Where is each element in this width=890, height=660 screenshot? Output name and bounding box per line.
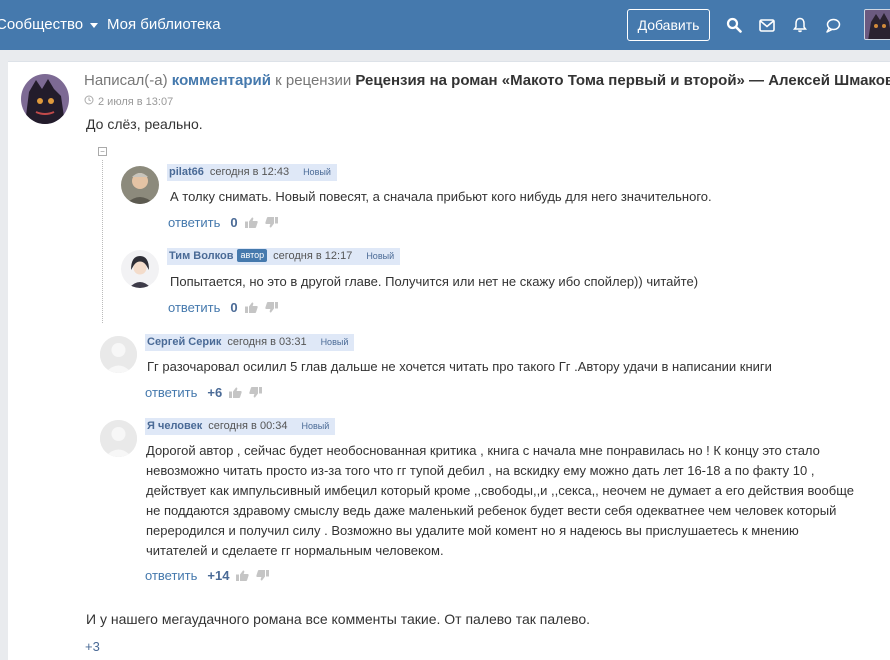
comment-time: сегодня в 12:17 — [273, 250, 353, 262]
new-badge: Новый — [366, 251, 395, 261]
reply-link[interactable]: ответить — [145, 385, 197, 400]
caret-down-icon — [90, 22, 99, 28]
comment-score: +14 — [207, 568, 230, 583]
comment-score: +6 — [207, 385, 223, 400]
new-badge: Новый — [303, 167, 331, 177]
comment-header: pilat66 сегодня в 12:43 Новый — [167, 164, 337, 181]
thumbs-up-icon[interactable] — [229, 387, 242, 398]
thumbs-up-icon[interactable] — [236, 570, 250, 581]
commenter-avatar[interactable] — [100, 420, 137, 457]
comment-time: сегодня в 00:34 — [208, 420, 288, 432]
post-mid: к рецензии — [275, 72, 352, 89]
comment-text-line: Дорогой автор , сейчас будет необоснован… — [146, 443, 820, 458]
mail-icon[interactable] — [757, 15, 777, 35]
thumbs-up-icon[interactable] — [244, 217, 258, 228]
thumbs-up-icon[interactable] — [244, 302, 258, 313]
comment-actions: ответить +6 — [145, 385, 263, 400]
top-navbar: Сообщество Моя библиотека Добавить — [0, 0, 890, 50]
comment-text-line: действует как импульсивный имбецил котор… — [146, 483, 854, 498]
comment-actions: ответить +14 — [145, 568, 270, 583]
add-button[interactable]: Добавить — [627, 9, 710, 41]
reply-link[interactable]: ответить — [145, 568, 197, 583]
comment-time: сегодня в 12:43 — [209, 166, 290, 178]
comment-text: Дорогой автор , сейчас будет необоснован… — [146, 441, 876, 561]
commenter-name[interactable]: Сергей Серик — [147, 336, 221, 348]
collapse-toggle-icon[interactable]: − — [98, 147, 107, 156]
review-title-link[interactable]: Рецензия на роман «Макото Тома первый и … — [355, 72, 890, 89]
commenter-name[interactable]: Тим Волков — [169, 250, 233, 262]
author-avatar[interactable] — [21, 74, 69, 124]
commenter-name[interactable]: pilat66 — [169, 166, 204, 178]
thread-line — [102, 160, 103, 323]
post-footer-text: И у нашего мегаудачного романа все комме… — [86, 611, 591, 627]
thumbs-down-icon[interactable] — [264, 302, 278, 313]
clock-icon — [84, 95, 94, 108]
commenter-avatar[interactable] — [121, 250, 159, 288]
commenter-avatar[interactable] — [100, 336, 137, 373]
post-text: До слёз, реально. — [86, 116, 203, 132]
reply-link[interactable]: ответить — [168, 300, 220, 315]
new-badge: Новый — [320, 337, 349, 347]
comment-score: 0 — [230, 300, 238, 315]
comment-score: 0 — [230, 215, 238, 230]
commenter-name[interactable]: Я человек — [147, 420, 202, 432]
nav-my-library[interactable]: Моя библиотека — [107, 0, 221, 50]
comment-text: Попытается, но это в другой главе. Получ… — [170, 274, 699, 289]
nav-community[interactable]: Сообщество — [0, 0, 99, 50]
post-timestamp: 2 июля в 13:07 — [84, 95, 173, 108]
comment-text-line: читателей и сделаете гг нормальным челов… — [146, 543, 444, 558]
comment-header: Я человек сегодня в 00:34 Новый — [145, 418, 336, 435]
search-icon[interactable] — [724, 15, 744, 35]
comment-text: А толку снимать. Новый повесят, а сначал… — [170, 189, 712, 204]
comment-header: Тим Волков автор сегодня в 12:17 Новый — [167, 248, 401, 265]
post-time: 2 июля в 13:07 — [98, 95, 174, 108]
reply-link[interactable]: ответить — [168, 215, 220, 230]
post-score: +3 — [85, 639, 100, 654]
user-avatar[interactable] — [864, 9, 890, 40]
comment-header: Сергей Серик сегодня в 03:31 Новый — [145, 334, 355, 351]
author-badge: автор — [237, 249, 268, 262]
commenter-avatar[interactable] — [121, 166, 159, 204]
post-prefix: Написал(-а) — [84, 72, 168, 89]
bell-icon[interactable] — [790, 15, 810, 35]
chat-icon[interactable] — [823, 15, 843, 35]
comment-text-line: перeродился и получил силу . Возможно вы… — [146, 523, 799, 538]
comment-text: Гг разочаровал осилил 5 глав дальше не х… — [147, 359, 772, 374]
thumbs-down-icon[interactable] — [264, 217, 278, 228]
new-badge: Новый — [301, 421, 330, 431]
post-header: Написал(-а) комментарий к рецензии Рецен… — [84, 72, 890, 89]
nav-community-label: Сообщество — [0, 16, 84, 33]
thumbs-down-icon[interactable] — [249, 387, 263, 398]
comment-text-line: не поддаются здравому смыслу ведь даже м… — [146, 503, 837, 518]
comment-time: сегодня в 03:31 — [227, 336, 307, 348]
comment-link[interactable]: комментарий — [172, 72, 271, 89]
comment-text-line: невозможно читать просто из-за того что … — [146, 463, 815, 478]
comment-actions: ответить 0 — [168, 300, 278, 315]
comment-actions: ответить 0 — [168, 215, 278, 230]
thumbs-down-icon[interactable] — [256, 570, 270, 581]
